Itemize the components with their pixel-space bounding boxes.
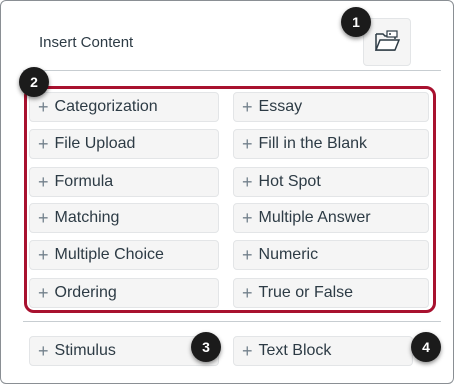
- plus-icon: +: [38, 283, 49, 303]
- item-label: Matching: [54, 209, 120, 226]
- item-true-or-false[interactable]: + True or False: [233, 278, 429, 308]
- plus-icon: +: [242, 283, 253, 303]
- plus-icon: +: [38, 134, 49, 154]
- item-formula[interactable]: + Formula: [29, 167, 219, 197]
- callout-badge-1: 1: [341, 7, 371, 37]
- item-label: Hot Spot: [258, 173, 321, 190]
- plus-icon: +: [242, 245, 253, 265]
- item-stimulus[interactable]: + Stimulus: [29, 336, 219, 366]
- item-label: Text Block: [258, 342, 332, 359]
- item-matching[interactable]: + Matching: [29, 203, 219, 233]
- callout-badge-4: 4: [411, 332, 441, 362]
- plus-icon: +: [242, 172, 253, 192]
- plus-icon: +: [242, 208, 253, 228]
- item-essay[interactable]: + Essay: [233, 92, 429, 122]
- item-ordering[interactable]: + Ordering: [29, 278, 219, 308]
- item-label: Categorization: [54, 98, 158, 115]
- item-label: Ordering: [54, 284, 117, 301]
- callout-badge-3: 3: [191, 332, 221, 362]
- callout-badge-2: 2: [19, 67, 49, 97]
- item-categorization[interactable]: + Categorization: [29, 92, 219, 122]
- item-hot-spot[interactable]: + Hot Spot: [233, 167, 429, 197]
- item-multiple-choice[interactable]: + Multiple Choice: [29, 240, 219, 270]
- plus-icon: +: [242, 97, 253, 117]
- item-label: True or False: [258, 284, 354, 301]
- insert-content-panel: Insert Content + Categorization + Essay …: [0, 0, 454, 384]
- plus-icon: +: [38, 341, 49, 361]
- item-label: Stimulus: [54, 342, 116, 359]
- item-label: File Upload: [54, 135, 136, 152]
- item-label: Multiple Choice: [54, 246, 164, 263]
- plus-icon: +: [242, 134, 253, 154]
- folder-icon: [374, 30, 400, 51]
- item-fill-in-the-blank[interactable]: + Fill in the Blank: [233, 129, 429, 159]
- item-label: Numeric: [258, 246, 319, 263]
- item-label: Fill in the Blank: [258, 135, 368, 152]
- plus-icon: +: [242, 341, 253, 361]
- plus-icon: +: [38, 172, 49, 192]
- item-text-block[interactable]: + Text Block: [233, 336, 413, 366]
- section-divider: [23, 321, 441, 322]
- plus-icon: +: [38, 97, 49, 117]
- item-file-upload[interactable]: + File Upload: [29, 129, 219, 159]
- panel-title: Insert Content: [39, 34, 134, 51]
- item-label: Essay: [258, 98, 303, 115]
- item-label: Formula: [54, 173, 114, 190]
- header-divider: [23, 70, 441, 71]
- plus-icon: +: [38, 245, 49, 265]
- item-numeric[interactable]: + Numeric: [233, 240, 429, 270]
- plus-icon: +: [38, 208, 49, 228]
- item-multiple-answer[interactable]: + Multiple Answer: [233, 203, 429, 233]
- item-label: Multiple Answer: [258, 209, 371, 226]
